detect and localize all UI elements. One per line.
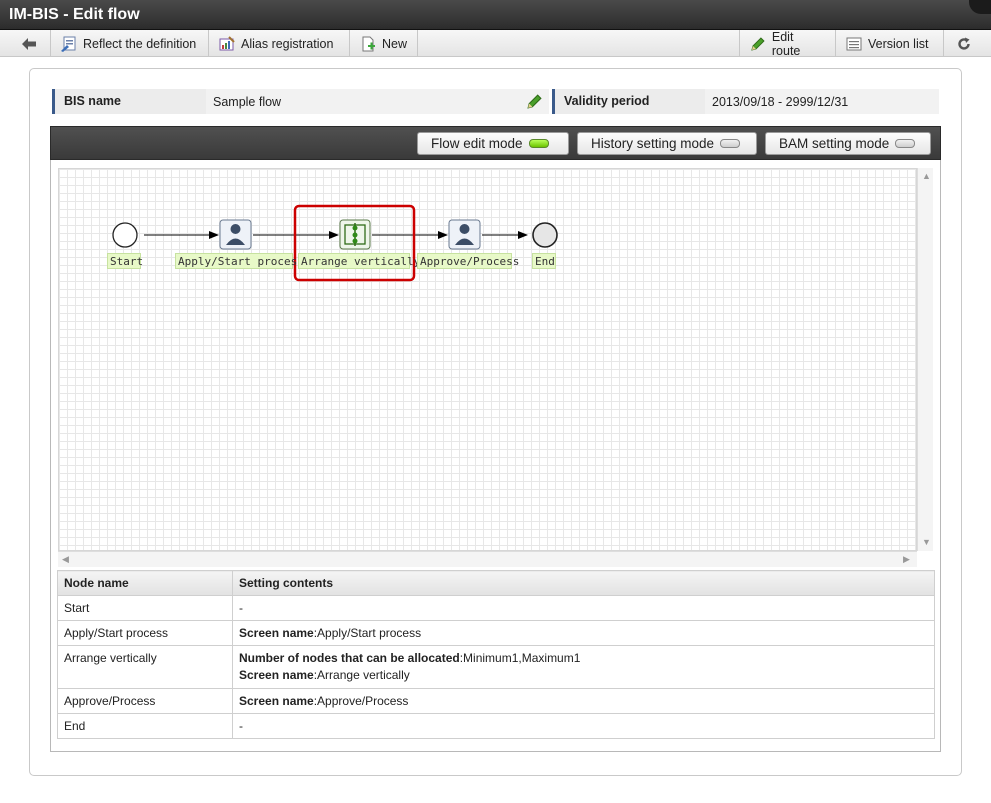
- flow-edit-mode-lamp-icon: [528, 139, 549, 148]
- reflect-definition-icon: [61, 36, 76, 52]
- setting-contents-cell: Screen name:Approve/Process: [232, 688, 935, 714]
- setting-contents-cell: -: [232, 713, 935, 739]
- flow-canvas[interactable]: [58, 168, 917, 551]
- version-list-label: Version list: [868, 36, 929, 51]
- toolbar: Reflect the definition Alias registratio…: [0, 29, 991, 58]
- table-row: Arrange vertically Number of nodes that …: [57, 645, 935, 689]
- flow-edit-mode-label: Flow edit mode: [431, 136, 523, 151]
- alias-registration-icon: [219, 35, 235, 50]
- refresh-button[interactable]: [943, 30, 983, 57]
- table-row: Apply/Start process Screen name:Apply/St…: [57, 620, 935, 646]
- alias-registration-button[interactable]: Alias registration: [209, 30, 350, 57]
- node-label-approve-process[interactable]: Approve/Process: [417, 253, 519, 269]
- start-node-icon[interactable]: [112, 222, 138, 248]
- setting-key: Number of nodes that can be allocated: [239, 651, 460, 665]
- table-row: Start -: [57, 595, 935, 621]
- node-label-start[interactable]: Start: [107, 253, 143, 269]
- arrange-vertically-node-icon[interactable]: [339, 219, 371, 250]
- column-header-node-name: Node name: [57, 570, 233, 596]
- refresh-icon: [957, 37, 970, 50]
- new-label: New: [381, 36, 407, 51]
- bam-setting-mode-button[interactable]: BAM setting mode: [765, 132, 931, 155]
- pencil-icon: [751, 36, 765, 51]
- new-document-icon: [362, 36, 375, 51]
- validity-period-label: Validity period: [552, 89, 705, 114]
- bam-setting-mode-label: BAM setting mode: [779, 136, 890, 151]
- flow-edit-mode-button[interactable]: Flow edit mode: [417, 132, 569, 155]
- edit-route-button[interactable]: Edit route: [739, 29, 835, 58]
- flow-diagram: [112, 204, 558, 282]
- table-row: End -: [57, 713, 935, 739]
- column-header-setting-contents: Setting contents: [232, 570, 935, 596]
- list-icon: [846, 37, 862, 50]
- setting-key: Screen name: [239, 626, 314, 640]
- node-name-cell: Apply/Start process: [57, 620, 233, 646]
- bis-name-value: Sample flow: [213, 95, 282, 109]
- node-label-apply-start-process[interactable]: Apply/Start process: [175, 253, 304, 269]
- setting-key: Screen name: [239, 694, 314, 708]
- node-label-end[interactable]: End: [532, 253, 556, 269]
- canvas-vertical-scrollbar[interactable]: ▲ ▼: [917, 168, 933, 551]
- alias-registration-label: Alias registration: [241, 36, 334, 51]
- node-name-cell: Arrange vertically: [57, 645, 233, 689]
- node-name-cell: Approve/Process: [57, 688, 233, 714]
- apply-start-process-node-icon[interactable]: [219, 219, 252, 250]
- bam-setting-mode-lamp-icon: [895, 139, 916, 148]
- setting-value: :Arrange vertically: [313, 668, 410, 682]
- setting-contents-cell: -: [232, 595, 935, 621]
- history-setting-mode-button[interactable]: History setting mode: [577, 132, 757, 155]
- scroll-up-arrow-icon[interactable]: ▲: [922, 171, 931, 181]
- back-arrow-icon: [22, 37, 36, 50]
- bis-name-field: Sample flow: [206, 89, 549, 114]
- validity-period-field: 2013/09/18 - 2999/12/31: [705, 89, 939, 114]
- new-button[interactable]: New: [350, 30, 418, 57]
- back-button[interactable]: [8, 30, 51, 57]
- table-header-row: Node name Setting contents: [57, 570, 935, 596]
- end-node-icon[interactable]: [532, 222, 558, 248]
- validity-period-value: 2013/09/18 - 2999/12/31: [712, 95, 849, 109]
- setting-value: :Apply/Start process: [313, 626, 422, 640]
- node-settings-table: Node name Setting contents Start - Apply…: [57, 570, 935, 739]
- canvas-horizontal-scrollbar[interactable]: ◀ ▶: [58, 551, 917, 567]
- scroll-right-arrow-icon[interactable]: ▶: [903, 554, 910, 565]
- bis-name-label: BIS name: [52, 89, 206, 114]
- window-titlebar: IM-BIS - Edit flow: [0, 0, 991, 30]
- mode-bar: Flow edit mode History setting mode BAM …: [50, 126, 941, 160]
- setting-value: :Minimum1,Maximum1: [459, 651, 581, 665]
- reflect-definition-label: Reflect the definition: [83, 36, 197, 51]
- setting-contents-cell: Screen name:Apply/Start process: [232, 620, 935, 646]
- approve-process-node-icon[interactable]: [448, 219, 481, 250]
- reflect-definition-button[interactable]: Reflect the definition: [51, 30, 209, 57]
- setting-key: Screen name: [239, 668, 314, 682]
- scroll-down-arrow-icon[interactable]: ▼: [922, 537, 931, 547]
- window-corner: [969, 0, 991, 14]
- edit-pencil-icon[interactable]: [526, 93, 543, 110]
- edit-route-label: Edit route: [771, 29, 801, 58]
- history-setting-mode-lamp-icon: [720, 139, 741, 148]
- setting-value: :Approve/Process: [313, 694, 409, 708]
- version-list-button[interactable]: Version list: [835, 30, 943, 57]
- node-name-cell: Start: [57, 595, 233, 621]
- history-setting-mode-label: History setting mode: [591, 136, 715, 151]
- node-label-arrange-vertically[interactable]: Arrange vertically: [298, 253, 420, 269]
- setting-contents-cell: Number of nodes that can be allocated:Mi…: [232, 645, 935, 689]
- window-title: IM-BIS - Edit flow: [9, 6, 140, 23]
- table-row: Approve/Process Screen name:Approve/Proc…: [57, 688, 935, 714]
- node-name-cell: End: [57, 713, 233, 739]
- scroll-left-arrow-icon[interactable]: ◀: [62, 554, 69, 565]
